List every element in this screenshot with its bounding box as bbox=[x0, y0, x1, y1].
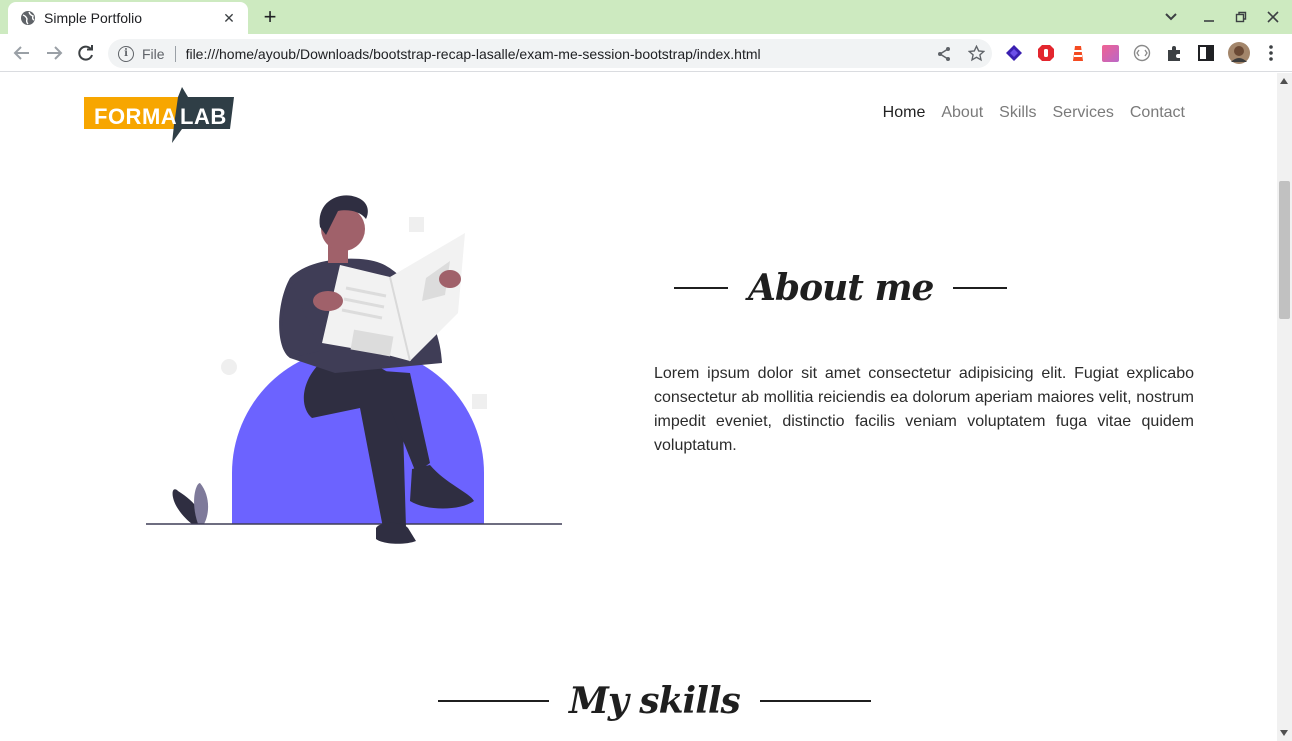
page-scrollbar[interactable] bbox=[1277, 73, 1292, 741]
address-url[interactable]: file:///home/ayoub/Downloads/bootstrap-r… bbox=[186, 46, 928, 62]
site-info-icon[interactable]: i bbox=[118, 45, 134, 62]
extensions-puzzle-icon[interactable] bbox=[1165, 44, 1183, 62]
browser-toolbar: i File file:///home/ayoub/Downloads/boot… bbox=[0, 34, 1292, 72]
heading-line-right bbox=[759, 700, 871, 702]
proxy-icon[interactable] bbox=[1133, 44, 1151, 62]
nav-skills[interactable]: Skills bbox=[999, 104, 1036, 122]
heading-line-left bbox=[438, 700, 549, 702]
forward-icon[interactable] bbox=[42, 41, 66, 65]
address-bar[interactable]: i File file:///home/ayoub/Downloads/boot… bbox=[108, 39, 992, 68]
skills-title: My skills bbox=[569, 680, 741, 722]
formalab-logo[interactable]: FORMA LAB bbox=[84, 85, 236, 145]
scroll-thumb[interactable] bbox=[1279, 181, 1290, 319]
nav-contact[interactable]: Contact bbox=[1130, 104, 1185, 122]
adblock-icon[interactable] bbox=[1037, 44, 1055, 62]
main-nav: Home About Skills Services Contact bbox=[883, 104, 1185, 122]
heading-line-left bbox=[674, 287, 728, 289]
address-scheme: File bbox=[142, 45, 165, 62]
tab-bar: Simple Portfolio ✕ + bbox=[0, 0, 1292, 34]
share-icon[interactable] bbox=[928, 42, 960, 66]
logo-text-forma: FORMA bbox=[94, 104, 178, 129]
color-picker-icon[interactable] bbox=[1101, 44, 1119, 62]
about-paragraph: Lorem ipsum dolor sit amet consectetur a… bbox=[654, 365, 1194, 454]
logo-text-lab: LAB bbox=[180, 104, 227, 129]
reading-person-illustration bbox=[146, 195, 562, 544]
reload-icon[interactable] bbox=[74, 41, 98, 65]
back-icon[interactable] bbox=[10, 41, 34, 65]
nav-about[interactable]: About bbox=[941, 104, 983, 122]
scroll-down-arrow-icon[interactable] bbox=[1280, 730, 1288, 736]
close-tab-icon[interactable]: ✕ bbox=[220, 10, 238, 27]
new-tab-button[interactable]: + bbox=[258, 6, 282, 28]
extension-stack-icon[interactable] bbox=[1005, 44, 1023, 62]
web-page: FORMA LAB Home About Skills Services Con… bbox=[0, 73, 1277, 741]
about-title: About me bbox=[748, 267, 934, 309]
browser-tab[interactable]: Simple Portfolio ✕ bbox=[8, 2, 248, 34]
minimize-icon[interactable] bbox=[1196, 5, 1222, 29]
lighthouse-icon[interactable] bbox=[1069, 44, 1087, 62]
skills-heading: My skills bbox=[438, 680, 871, 722]
about-heading: About me bbox=[674, 267, 1008, 309]
bookmark-star-icon[interactable] bbox=[960, 42, 992, 66]
nav-services[interactable]: Services bbox=[1053, 104, 1114, 122]
address-separator bbox=[174, 45, 176, 62]
close-window-icon[interactable] bbox=[1260, 5, 1286, 29]
scroll-up-arrow-icon[interactable] bbox=[1280, 78, 1288, 84]
menu-kebab-icon[interactable] bbox=[1262, 44, 1280, 62]
tab-search-icon[interactable] bbox=[1158, 5, 1184, 29]
side-panel-icon[interactable] bbox=[1197, 44, 1215, 62]
heading-line-right bbox=[953, 287, 1008, 289]
nav-home[interactable]: Home bbox=[883, 104, 926, 122]
profile-avatar[interactable] bbox=[1228, 42, 1250, 64]
globe-icon bbox=[21, 11, 35, 25]
restore-icon[interactable] bbox=[1228, 5, 1254, 29]
tab-title: Simple Portfolio bbox=[44, 10, 143, 26]
